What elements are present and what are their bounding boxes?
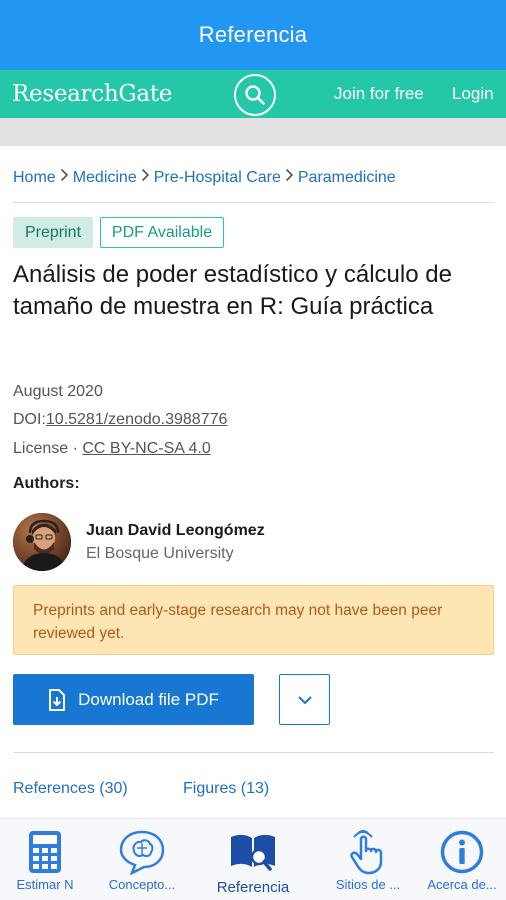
doi-link[interactable]: 10.5281/zenodo.3988776 (46, 411, 228, 428)
nav-label: Estimar N (16, 877, 74, 892)
calculator-icon (29, 831, 61, 873)
researchgate-logo[interactable]: ResearchGate (0, 81, 172, 107)
author-institution[interactable]: El Bosque University (86, 545, 234, 563)
researchgate-header: ResearchGate Join for free Login (0, 70, 506, 118)
touch-hand-icon (350, 830, 383, 875)
doi-label: DOI: (13, 411, 46, 428)
file-download-icon (49, 688, 66, 711)
nav-item-referencia[interactable]: Referencia (203, 819, 303, 900)
breadcrumb-pre-hospital-care[interactable]: Pre-Hospital Care (154, 169, 281, 187)
more-options-button[interactable] (279, 674, 330, 725)
author-photo (13, 513, 71, 571)
chevron-right-icon (60, 168, 69, 187)
download-pdf-label: Download file PDF (78, 689, 219, 709)
header-spacer (0, 118, 506, 146)
nav-item-conceptos[interactable]: Concepto... (92, 819, 192, 900)
bottom-navigation: Estimar N Concepto... Referencia Sitios … (0, 818, 506, 900)
brain-bubble-icon (119, 830, 165, 875)
pdf-available-badge: PDF Available (100, 217, 224, 248)
license-label: License · (13, 440, 78, 457)
tab-references[interactable]: References (30) (13, 780, 128, 798)
app-bar: Referencia (0, 0, 506, 70)
info-icon (440, 830, 484, 874)
search-icon (245, 85, 265, 105)
nav-item-estimar-n[interactable]: Estimar N (0, 819, 95, 900)
tab-figures[interactable]: Figures (13) (183, 780, 269, 798)
peer-review-notice: Preprints and early-stage research may n… (13, 585, 494, 655)
breadcrumb-medicine[interactable]: Medicine (73, 169, 137, 187)
nav-label: Referencia (216, 879, 290, 896)
preprint-badge: Preprint (13, 217, 93, 248)
nav-item-acerca-de[interactable]: Acerca de... (412, 819, 506, 900)
book-search-icon (231, 834, 275, 871)
publication-date: August 2020 (13, 383, 103, 400)
chevron-right-icon (141, 168, 150, 187)
nav-label: Concepto... (108, 877, 176, 892)
publication-title: Análisis de poder estadístico y cálculo … (13, 261, 452, 320)
license-link[interactable]: CC BY-NC-SA 4.0 (82, 440, 210, 457)
login-link[interactable]: Login (452, 84, 494, 104)
divider (13, 202, 494, 203)
nav-label: Sitios de ... (335, 877, 401, 892)
breadcrumb-paramedicine[interactable]: Paramedicine (298, 169, 396, 187)
app-bar-title: Referencia (198, 22, 308, 47)
breadcrumb: Home Medicine Pre-Hospital Care Paramedi… (13, 168, 396, 187)
divider (13, 752, 494, 753)
avatar[interactable] (13, 513, 71, 571)
author-name[interactable]: Juan David Leongómez (86, 522, 265, 540)
license-row: License · CC BY-NC-SA 4.0 (13, 440, 211, 458)
join-for-free-link[interactable]: Join for free (334, 84, 424, 104)
chevron-down-icon (297, 695, 312, 704)
doi-row: DOI:10.5281/zenodo.3988776 (13, 411, 227, 429)
authors-label: Authors: (13, 475, 80, 492)
breadcrumb-home[interactable]: Home (13, 169, 56, 187)
nav-label: Acerca de... (427, 877, 497, 892)
nav-item-sitios[interactable]: Sitios de ... (318, 819, 418, 900)
search-button[interactable] (234, 74, 276, 116)
chevron-right-icon (285, 168, 294, 187)
download-pdf-button[interactable]: Download file PDF (13, 674, 254, 725)
